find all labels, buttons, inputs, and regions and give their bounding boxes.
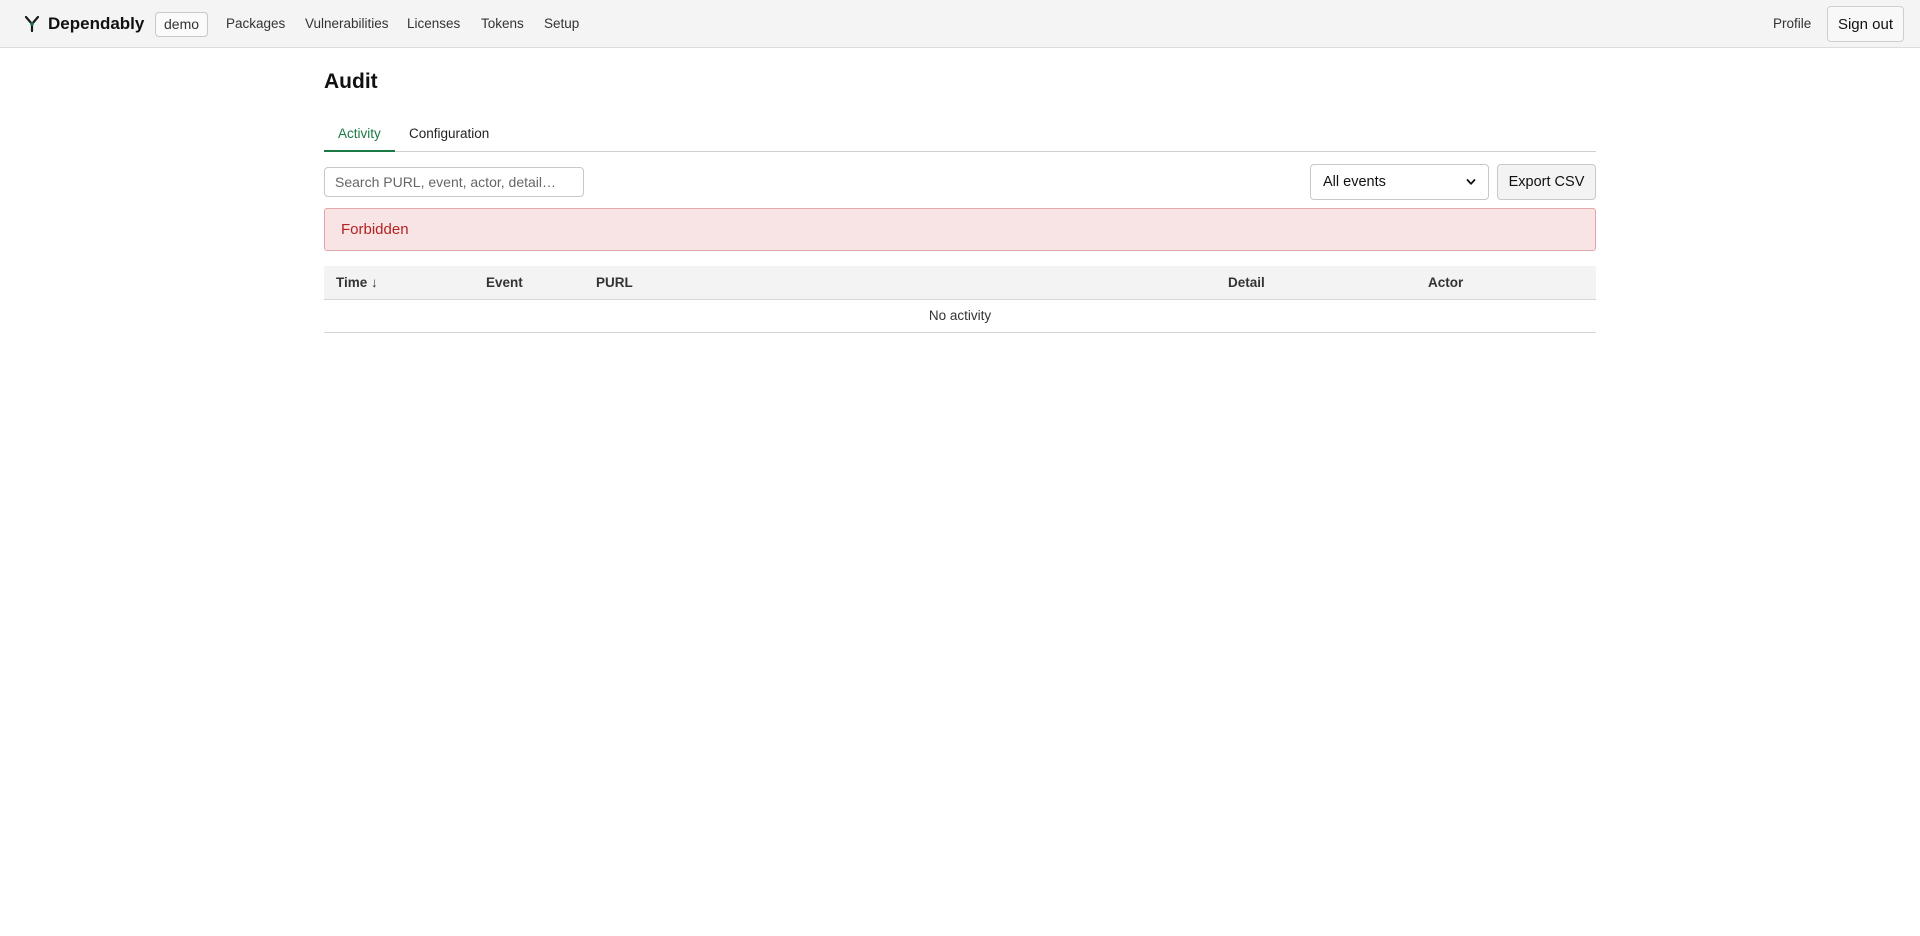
brand-home-link[interactable]: Dependably (24, 12, 144, 36)
column-header-event: Event (474, 266, 584, 300)
column-header-detail: Detail (1216, 266, 1416, 300)
column-header-actor: Actor (1416, 266, 1596, 300)
tenant-badge[interactable]: demo (155, 12, 209, 37)
sign-out-button[interactable]: Sign out (1827, 6, 1904, 42)
event-type-select[interactable]: All events (1310, 164, 1489, 200)
tab-configuration[interactable]: Configuration (395, 119, 503, 152)
error-alert-message: Forbidden (341, 221, 409, 238)
tab-activity[interactable]: Activity (324, 119, 395, 152)
page-title: Audit (324, 70, 378, 93)
search-input[interactable] (324, 167, 584, 197)
column-header-time-label: Time (336, 274, 368, 290)
dependency-branch-icon (24, 15, 40, 33)
sort-arrow-icon: ↓ (371, 274, 378, 290)
nav-licenses[interactable]: Licenses (407, 15, 460, 33)
activity-table: Time ↓ Event PURL Detail Actor No activi… (324, 266, 1596, 333)
table-empty-row: No activity (324, 299, 1596, 333)
brand-name: Dependably (48, 14, 145, 33)
column-header-purl: PURL (584, 266, 1216, 300)
event-type-selected-value: All events (1323, 174, 1386, 190)
export-csv-button[interactable]: Export CSV (1497, 164, 1596, 200)
error-alert: Forbidden (324, 208, 1596, 251)
activity-table-container: Time ↓ Event PURL Detail Actor No activi… (324, 266, 1596, 333)
top-navbar: Dependably demo Packages Vulnerabilities… (0, 0, 1920, 48)
table-header-row: Time ↓ Event PURL Detail Actor (324, 266, 1596, 300)
nav-vulnerabilities[interactable]: Vulnerabilities (305, 15, 389, 33)
nav-packages[interactable]: Packages (226, 15, 285, 33)
empty-state-message: No activity (324, 299, 1596, 333)
chevron-down-icon (1466, 179, 1476, 185)
column-header-time[interactable]: Time ↓ (324, 266, 474, 300)
nav-tokens[interactable]: Tokens (481, 15, 524, 33)
nav-setup[interactable]: Setup (544, 15, 579, 33)
audit-tabs: Activity Configuration (324, 119, 1596, 152)
profile-link[interactable]: Profile (1773, 15, 1811, 33)
